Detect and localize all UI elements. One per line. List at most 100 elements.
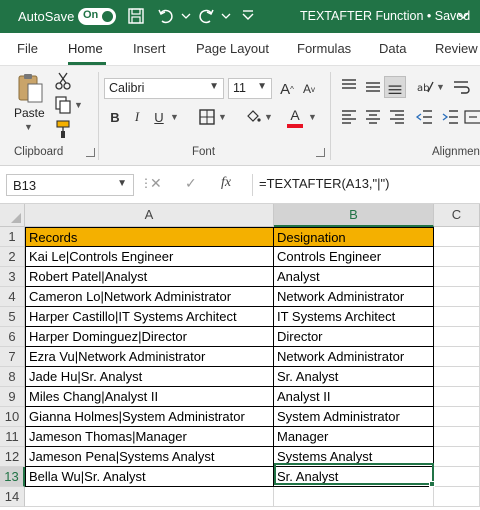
- increase-font-size-icon[interactable]: A ^: [276, 78, 298, 100]
- cell-c[interactable]: [434, 447, 480, 467]
- clipboard-launcher-icon[interactable]: [86, 148, 95, 157]
- align-center-icon[interactable]: [362, 106, 384, 128]
- cell-c[interactable]: [434, 407, 480, 427]
- wrap-text-icon[interactable]: [450, 76, 472, 98]
- cell-b[interactable]: Network Administrator: [274, 347, 434, 367]
- row-header[interactable]: 6: [0, 327, 25, 347]
- borders-dropdown-icon[interactable]: ▼: [218, 112, 227, 122]
- copy-icon[interactable]: [52, 94, 74, 116]
- column-header-b[interactable]: B: [274, 204, 434, 227]
- insert-function-icon[interactable]: fx: [221, 175, 231, 191]
- cell-b[interactable]: Sr. Analyst: [274, 467, 434, 487]
- cell-a-header[interactable]: Records: [25, 227, 274, 247]
- align-right-icon[interactable]: [386, 106, 408, 128]
- column-header-a[interactable]: A: [25, 204, 274, 227]
- save-icon[interactable]: [126, 6, 146, 26]
- cell-a[interactable]: Bella Wu|Sr. Analyst: [25, 467, 274, 487]
- font-color-dropdown-icon[interactable]: ▼: [308, 112, 317, 122]
- cell-a[interactable]: Gianna Holmes|System Administrator: [25, 407, 274, 427]
- cell-b[interactable]: Network Administrator: [274, 287, 434, 307]
- cell-c[interactable]: [434, 227, 480, 247]
- cell-a[interactable]: Harper Dominguez|Director: [25, 327, 274, 347]
- cut-icon[interactable]: [52, 70, 74, 92]
- cell-c[interactable]: [434, 327, 480, 347]
- tab-page-layout[interactable]: Page Layout: [196, 41, 269, 56]
- font-color-icon[interactable]: A: [284, 104, 306, 126]
- select-all-button[interactable]: [0, 204, 25, 227]
- paste-dropdown-icon[interactable]: ▼: [24, 122, 33, 132]
- cell-b-header[interactable]: Designation: [274, 227, 434, 247]
- row-header[interactable]: 5: [0, 307, 25, 327]
- cell-c[interactable]: [434, 247, 480, 267]
- row-header[interactable]: 9: [0, 387, 25, 407]
- cell-a[interactable]: Miles Chang|Analyst II: [25, 387, 274, 407]
- formula-input[interactable]: =TEXTAFTER(A13,"|"): [259, 176, 389, 191]
- tab-review[interactable]: Review: [435, 41, 478, 56]
- row-header[interactable]: 4: [0, 287, 25, 307]
- fill-color-icon[interactable]: [242, 106, 264, 128]
- document-title[interactable]: TEXTAFTER Function • Saved: [300, 9, 470, 23]
- row-header[interactable]: 7: [0, 347, 25, 367]
- cell-c[interactable]: [434, 347, 480, 367]
- font-launcher-icon[interactable]: [316, 148, 325, 157]
- row-header[interactable]: 11: [0, 427, 25, 447]
- paste-label[interactable]: Paste: [14, 106, 45, 120]
- tab-file[interactable]: File: [17, 41, 38, 56]
- cell-b[interactable]: Analyst II: [274, 387, 434, 407]
- cell-a[interactable]: Jameson Pena|Systems Analyst: [25, 447, 274, 467]
- row-header[interactable]: 8: [0, 367, 25, 387]
- tab-formulas[interactable]: Formulas: [297, 41, 351, 56]
- autosave-toggle[interactable]: On: [78, 8, 116, 25]
- decrease-indent-icon[interactable]: [414, 106, 436, 128]
- font-name-select[interactable]: Calibri ▼: [104, 78, 224, 99]
- chevron-down-icon[interactable]: [455, 8, 471, 24]
- align-top-icon[interactable]: [338, 76, 360, 98]
- borders-icon[interactable]: [196, 106, 218, 128]
- align-left-icon[interactable]: [338, 106, 360, 128]
- cell-a[interactable]: Jade Hu|Sr. Analyst: [25, 367, 274, 387]
- cell-c[interactable]: [434, 307, 480, 327]
- cell-a[interactable]: Kai Le|Controls Engineer: [25, 247, 274, 267]
- decrease-font-size-icon[interactable]: Av: [298, 78, 320, 100]
- row-header[interactable]: 13: [0, 467, 25, 487]
- cell-c[interactable]: [434, 427, 480, 447]
- cell-b[interactable]: Controls Engineer: [274, 247, 434, 267]
- tab-home[interactable]: Home: [68, 41, 103, 56]
- cell-b[interactable]: Systems Analyst: [274, 447, 434, 467]
- underline-button[interactable]: U: [148, 106, 170, 128]
- increase-indent-icon[interactable]: [440, 106, 462, 128]
- cell-b[interactable]: System Administrator: [274, 407, 434, 427]
- cell-c[interactable]: [434, 267, 480, 287]
- format-painter-icon[interactable]: [52, 118, 74, 140]
- name-box[interactable]: B13 ▼: [6, 174, 134, 196]
- row-header[interactable]: 1: [0, 227, 25, 247]
- row-header[interactable]: 3: [0, 267, 25, 287]
- fill-handle[interactable]: [429, 481, 435, 487]
- orientation-icon[interactable]: ab: [414, 76, 436, 98]
- enter-icon[interactable]: ✓: [185, 175, 197, 192]
- column-header-c[interactable]: C: [434, 204, 480, 227]
- cell-b[interactable]: Sr. Analyst: [274, 367, 434, 387]
- orientation-dropdown-icon[interactable]: ▼: [436, 82, 445, 92]
- fill-color-dropdown-icon[interactable]: ▼: [264, 112, 273, 122]
- cell-a[interactable]: Harper Castillo|IT Systems Architect: [25, 307, 274, 327]
- align-middle-icon[interactable]: [362, 76, 384, 98]
- italic-button[interactable]: I: [126, 106, 148, 128]
- cell-c[interactable]: [434, 287, 480, 307]
- cell-a[interactable]: Ezra Vu|Network Administrator: [25, 347, 274, 367]
- tab-data[interactable]: Data: [379, 41, 406, 56]
- undo-icon[interactable]: [156, 6, 176, 26]
- cell-b[interactable]: [274, 487, 434, 507]
- cell-a[interactable]: Robert Patel|Analyst: [25, 267, 274, 287]
- tab-insert[interactable]: Insert: [133, 41, 166, 56]
- redo-icon[interactable]: [196, 6, 216, 26]
- copy-dropdown-icon[interactable]: ▼: [74, 100, 83, 110]
- cell-b[interactable]: IT Systems Architect: [274, 307, 434, 327]
- cell-b[interactable]: Manager: [274, 427, 434, 447]
- paste-icon[interactable]: [16, 72, 44, 104]
- row-header[interactable]: 14: [0, 487, 25, 507]
- font-size-select[interactable]: 11 ▼: [228, 78, 272, 99]
- bold-button[interactable]: B: [104, 106, 126, 128]
- cancel-icon[interactable]: ✕: [150, 175, 162, 192]
- cell-b[interactable]: Director: [274, 327, 434, 347]
